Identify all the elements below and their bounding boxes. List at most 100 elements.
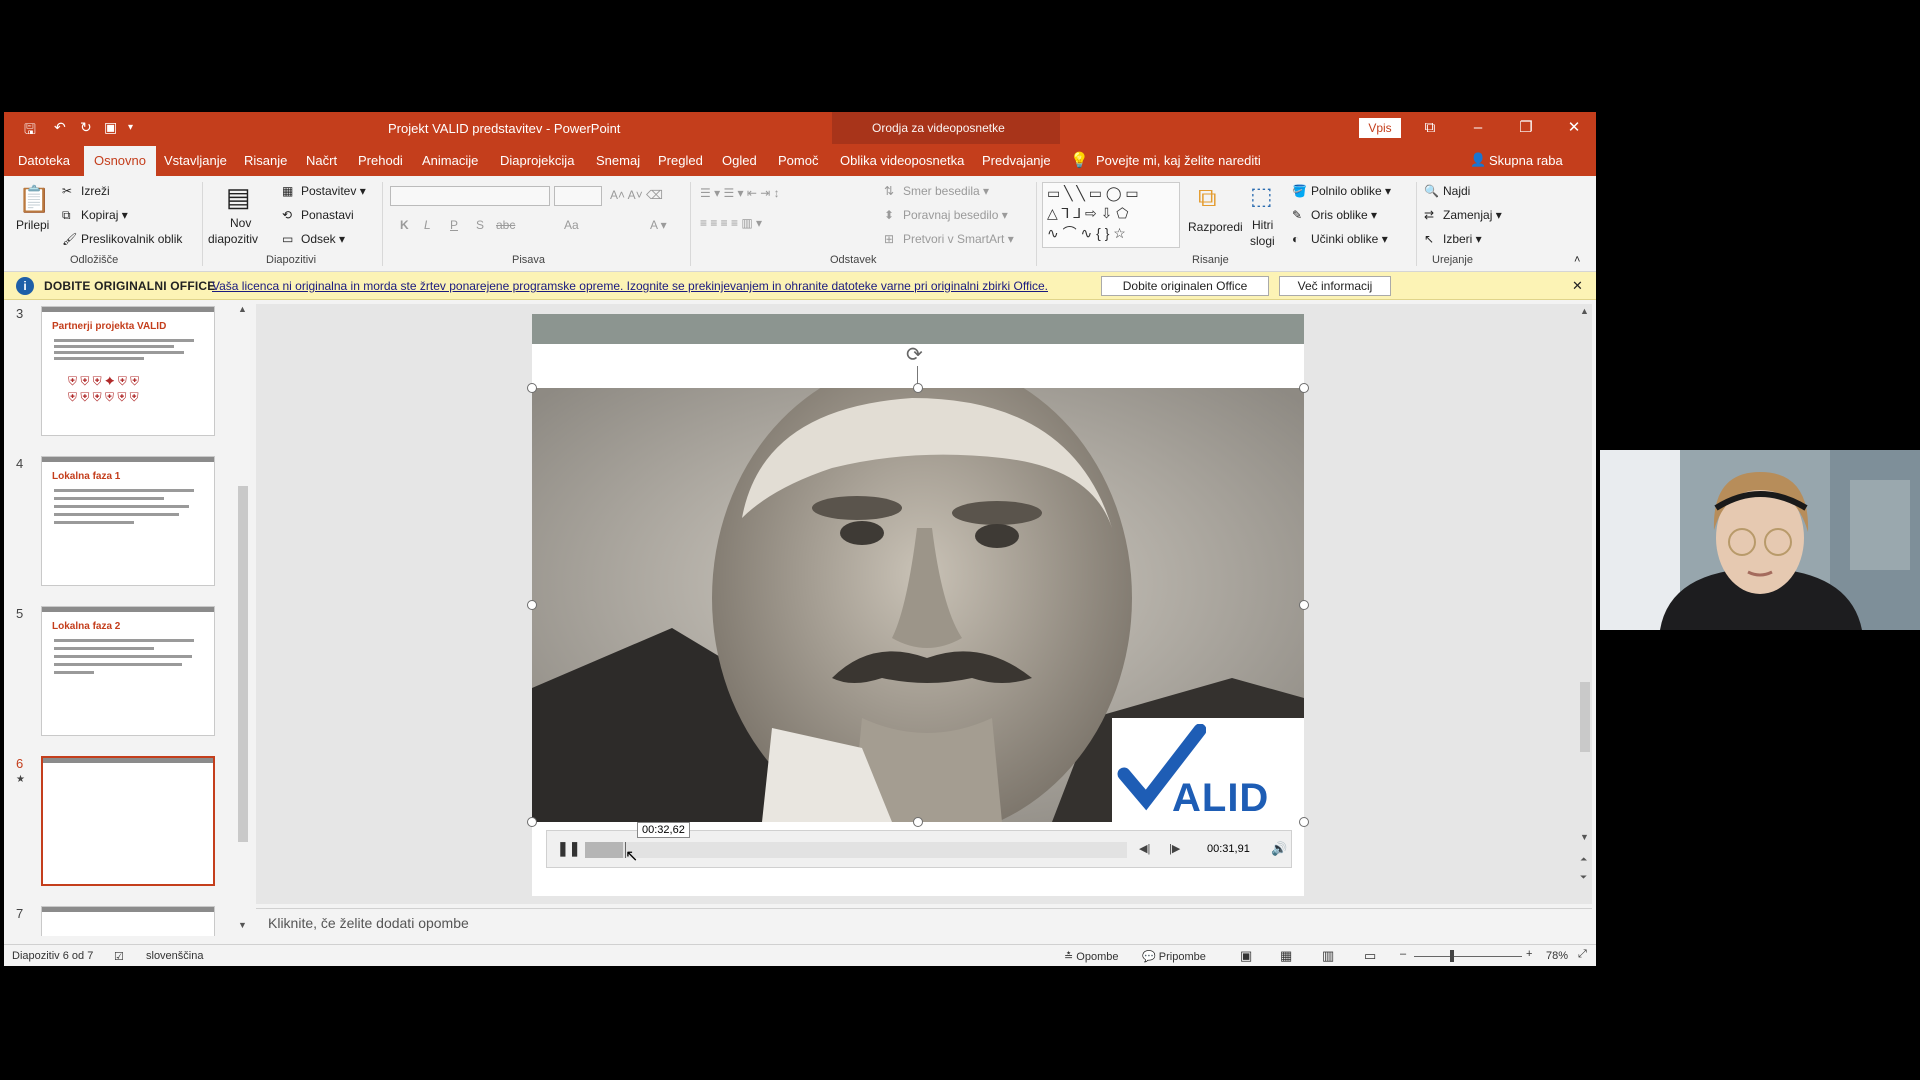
language-indicator[interactable]: slovenščina (146, 950, 203, 962)
pause-icon[interactable]: ❚❚ (557, 840, 580, 857)
customize-qat-icon[interactable]: ▾ (128, 122, 133, 133)
resize-handle[interactable] (913, 383, 923, 393)
shadow-button[interactable]: S (476, 218, 484, 232)
strikethrough-button[interactable]: abc (496, 218, 515, 232)
redo-icon[interactable]: ↻ (80, 119, 92, 136)
tab-risanje[interactable]: Risanje (244, 153, 287, 168)
editor-scrollbar[interactable]: ▲ ▼ ⏶ ⏷ (1578, 306, 1592, 902)
slide-thumbnail-5[interactable]: Lokalna faza 2 (41, 606, 215, 736)
text-direction-button[interactable]: ⇅ Smer besedila ▾ (884, 184, 989, 200)
tab-vstavljanje[interactable]: Vstavljanje (164, 153, 227, 168)
arrange-icon[interactable]: ⧉ (1198, 182, 1217, 214)
resize-handle[interactable] (527, 600, 537, 610)
italic-button[interactable]: L (424, 218, 431, 232)
slide-thumbnail-7[interactable] (41, 906, 215, 936)
slide-sorter-icon[interactable]: ▦ (1280, 948, 1292, 964)
scroll-down-icon[interactable]: ▼ (1580, 832, 1589, 842)
format-painter-button[interactable]: 🖌 Preslikovalnik oblik (62, 232, 182, 248)
reading-view-icon[interactable]: ▥ (1322, 948, 1334, 964)
fit-to-window-icon[interactable]: ⤢ (1578, 948, 1587, 961)
ribbon-display-icon[interactable]: ⧉ (1410, 116, 1450, 140)
shape-fill-button[interactable]: 🪣 Polnilo oblike ▾ (1292, 184, 1391, 200)
shape-outline-button[interactable]: ✎ Oris oblike ▾ (1292, 208, 1377, 224)
tab-osnovno[interactable]: Osnovno (84, 146, 156, 176)
select-button[interactable]: ↖ Izberi ▾ (1424, 232, 1482, 248)
zoom-slider-track[interactable] (1414, 956, 1522, 957)
change-case-button[interactable]: Aa (564, 218, 579, 232)
collapse-ribbon-icon[interactable]: ˄ (1574, 254, 1580, 266)
volume-icon[interactable]: 🔊 (1271, 841, 1287, 857)
minimize-icon[interactable]: – (1458, 116, 1498, 140)
zoom-out-icon[interactable]: – (1400, 948, 1406, 960)
copy-button[interactable]: ⧉ Kopiraj ▾ (62, 208, 128, 224)
smartart-button[interactable]: ⊞ Pretvori v SmartArt ▾ (884, 232, 1014, 248)
bold-button[interactable]: K (400, 218, 409, 232)
close-icon[interactable]: ✕ (1554, 116, 1594, 140)
tab-oblika-videoposnetka[interactable]: Oblika videoposnetka (840, 153, 964, 168)
slideshow-view-icon[interactable]: ▭ (1364, 948, 1376, 964)
video-progress-track[interactable]: 00:32,62 ↖ (585, 822, 1127, 865)
resize-handle[interactable] (913, 817, 923, 827)
paste-button[interactable]: Prilepi (16, 218, 49, 232)
new-slide-icon[interactable]: ▤ (226, 182, 251, 213)
video-frame[interactable]: ALID (532, 388, 1304, 822)
tell-me-input[interactable]: Povejte mi, kaj želite narediti (1096, 153, 1261, 168)
tab-ogled[interactable]: Ogled (722, 153, 757, 168)
new-slide-label-1[interactable]: Nov (230, 216, 251, 230)
new-slide-label-2[interactable]: diapozitiv (208, 232, 258, 246)
scroll-thumb[interactable] (1580, 682, 1590, 752)
zoom-slider-thumb[interactable] (1450, 950, 1454, 962)
next-slide-icon[interactable]: ⏷ (1580, 872, 1587, 883)
cut-button[interactable]: ✂ Izreži (62, 184, 110, 200)
bullets-icon[interactable]: ☰ ▾ ☰ ▾ ⇤ ⇥ ↕ (700, 186, 780, 200)
skip-back-icon[interactable]: ◀| (1139, 842, 1150, 855)
tab-datoteka[interactable]: Datoteka (18, 153, 70, 168)
reset-button[interactable]: ⟲ Ponastavi (282, 208, 354, 224)
resize-handle[interactable] (527, 817, 537, 827)
tab-predvajanje[interactable]: Predvajanje (982, 153, 1051, 168)
quick-styles-label-1[interactable]: Hitri (1252, 218, 1273, 232)
quick-styles-label-2[interactable]: slogi (1250, 234, 1275, 248)
notes-pane[interactable]: Kliknite, če želite dodati opombe (256, 908, 1592, 936)
zoom-level[interactable]: 78% (1546, 950, 1568, 962)
shape-effects-button[interactable]: ◐ Učinki oblike ▾ (1292, 232, 1388, 248)
tab-pregled[interactable]: Pregled (658, 153, 703, 168)
warning-link[interactable]: Vaša licenca ni originalna in morda ste … (212, 279, 1048, 293)
present-icon[interactable]: ▣ (104, 119, 117, 136)
spellcheck-icon[interactable]: ☑ (114, 950, 124, 963)
undo-icon[interactable]: ↶ (54, 119, 66, 136)
replace-button[interactable]: ⇄ Zamenjaj ▾ (1424, 208, 1502, 224)
rotate-handle-icon[interactable]: ⟳ (906, 342, 923, 367)
save-icon[interactable]: 🖫 (24, 119, 36, 143)
slide-thumbnail-6-selected[interactable] (41, 756, 215, 886)
prev-slide-icon[interactable]: ⏶ (1580, 854, 1587, 865)
paste-icon[interactable]: 📋 (18, 184, 50, 215)
scroll-thumb[interactable] (238, 486, 248, 842)
resize-handle[interactable] (527, 383, 537, 393)
skip-forward-icon[interactable]: |▶ (1169, 842, 1180, 855)
zoom-in-icon[interactable]: + (1526, 948, 1532, 960)
tab-pomoc[interactable]: Pomoč (778, 153, 818, 168)
quick-styles-icon[interactable]: ⬚ (1250, 182, 1273, 211)
arrange-button[interactable]: Razporedi (1188, 220, 1243, 234)
get-office-button[interactable]: Dobite originalen Office (1101, 276, 1269, 296)
resize-handle[interactable] (1299, 817, 1309, 827)
slide-thumbnail-3[interactable]: Partnerji projekta VALID ⛨ ⛨ ⛨ ✦ ⛨ ⛨ ⛨ ⛨ … (41, 306, 215, 436)
font-color-icon[interactable]: A ▾ (650, 218, 667, 232)
normal-view-icon[interactable]: ▣ (1240, 948, 1252, 964)
find-button[interactable]: 🔍 Najdi (1424, 184, 1470, 200)
tab-animacije[interactable]: Animacije (422, 153, 478, 168)
more-info-button[interactable]: Več informacij (1279, 276, 1391, 296)
tab-prehodi[interactable]: Prehodi (358, 153, 403, 168)
resize-handle[interactable] (1299, 600, 1309, 610)
shapes-gallery[interactable]: ▭ ╲ ╲ ▭ ◯ ▭ △ ⅂ ⅃ ⇨ ⇩ ⬠ ∿ ⌒ ∿ { } ☆ (1042, 182, 1180, 248)
signin-button[interactable]: Vpis (1359, 118, 1401, 138)
scroll-up-icon[interactable]: ▲ (1580, 306, 1589, 316)
align-text-button[interactable]: ⬍ Poravnaj besedilo ▾ (884, 208, 1008, 224)
slide-thumbnail-4[interactable]: Lokalna faza 1 (41, 456, 215, 586)
restore-icon[interactable]: ❐ (1506, 116, 1546, 140)
font-size-input[interactable] (554, 186, 602, 206)
align-icons[interactable]: ≡ ≡ ≡ ≡ ▥ ▾ (700, 216, 762, 230)
share-button[interactable]: Skupna raba (1489, 153, 1563, 168)
scroll-down-icon[interactable]: ▼ (238, 920, 247, 930)
